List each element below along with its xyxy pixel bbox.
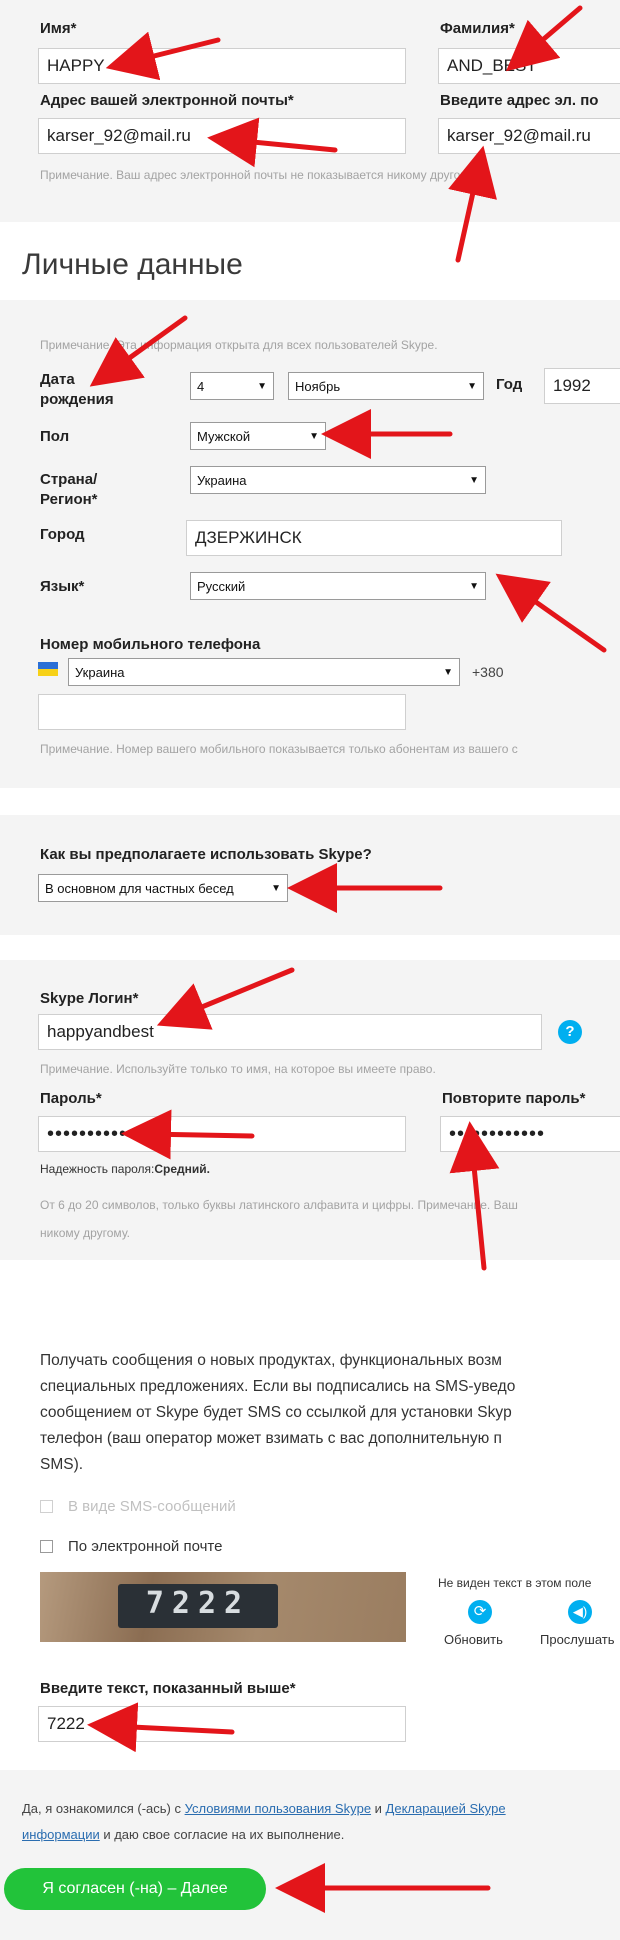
privacy-declaration-link-cont[interactable]: информации <box>22 1827 100 1842</box>
email-label: Адрес вашей электронной почты* <box>40 92 294 109</box>
password-label: Пароль* <box>40 1090 102 1107</box>
login-note: Примечание. Используйте только то имя, н… <box>40 1062 436 1076</box>
listen-label[interactable]: Прослушать <box>540 1632 615 1647</box>
personal-data-heading: Личные данные <box>22 248 243 281</box>
chevron-down-icon: ▼ <box>469 580 479 592</box>
email-repeat-input[interactable]: karser_92@mail.ru <box>438 118 620 154</box>
terms-prefix: Да, я ознакомился (-ась) с <box>22 1801 185 1816</box>
usage-question: Как вы предполагаете использовать Skype? <box>40 846 372 863</box>
dob-label: Дата рождения <box>40 371 114 408</box>
chevron-down-icon: ▼ <box>271 882 281 894</box>
password-rules-note-1: От 6 до 20 символов, только буквы латинс… <box>40 1198 518 1212</box>
dob-year-input[interactable]: 1992 <box>544 368 620 404</box>
chevron-down-icon: ▼ <box>469 474 479 486</box>
chevron-down-icon: ▼ <box>257 380 267 392</box>
dob-day-select[interactable]: 4 ▼ <box>190 372 274 400</box>
country-label: Страна/ Регион* <box>40 471 98 508</box>
gender-label: Пол <box>40 428 70 445</box>
terms-text: Да, я ознакомился (-ась) с Условиями пол… <box>22 1796 620 1848</box>
help-icon[interactable]: ? <box>558 1020 582 1044</box>
phone-input[interactable] <box>38 694 406 730</box>
terms-middle: и <box>371 1801 386 1816</box>
refresh-label[interactable]: Обновить <box>444 1632 503 1647</box>
speaker-icon[interactable]: ◀) <box>568 1600 592 1624</box>
sms-checkbox[interactable] <box>40 1500 53 1513</box>
city-input[interactable]: ДЗЕРЖИНСК <box>186 520 562 556</box>
agree-next-button[interactable]: Я согласен (-на) – Далее <box>4 1868 266 1910</box>
language-value: Русский <box>197 578 246 594</box>
password-strength: Надежность пароля:Средний. <box>40 1162 210 1176</box>
phone-code: +380 <box>472 664 504 680</box>
personal-note: Примечание. Эта информация открыта для в… <box>40 338 438 352</box>
phone-note: Примечание. Номер вашего мобильного пока… <box>40 742 518 756</box>
subscribe-text-line: SMS). <box>40 1456 84 1473</box>
captcha-input-label: Введите текст, показанный выше* <box>40 1680 296 1697</box>
subscribe-text-line: сообщением от Skype будет SMS со ссылкой… <box>40 1404 512 1421</box>
usage-value: В основном для частных бесед <box>45 880 234 896</box>
phone-country-value: Украина <box>75 664 125 680</box>
gender-select[interactable]: Мужской ▼ <box>190 422 326 450</box>
refresh-icon[interactable]: ⟳ <box>468 1600 492 1624</box>
dob-month-select[interactable]: Ноябрь ▼ <box>288 372 484 400</box>
language-label: Язык* <box>40 578 85 595</box>
gender-value: Мужской <box>197 428 251 444</box>
subscribe-text-line: телефон (ваш оператор может взимать с ва… <box>40 1430 502 1447</box>
dob-day-value: 4 <box>197 378 205 394</box>
phone-label: Номер мобильного телефона <box>40 636 261 653</box>
subscribe-text: Получать сообщения о новых продуктах, фу… <box>40 1348 515 1478</box>
subscribe-text-line: специальных предложениях. Если вы подпис… <box>40 1378 516 1395</box>
terms-of-use-link[interactable]: Условиями пользования Skype <box>185 1801 371 1816</box>
account-name-section <box>0 0 620 222</box>
country-value: Украина <box>197 472 247 488</box>
ukraine-flag-icon <box>38 662 58 676</box>
email-option-label: По электронной почте <box>68 1538 223 1555</box>
login-label: Skype Логин* <box>40 990 139 1007</box>
email-checkbox[interactable] <box>40 1540 53 1553</box>
year-label: Год <box>496 376 523 393</box>
usage-select[interactable]: В основном для частных бесед ▼ <box>38 874 288 902</box>
privacy-declaration-link[interactable]: Декларацией Skype <box>386 1801 506 1816</box>
captcha-image: 7222 <box>40 1572 406 1642</box>
country-select[interactable]: Украина ▼ <box>190 466 486 494</box>
city-label: Город <box>40 526 85 543</box>
chevron-down-icon: ▼ <box>309 430 319 442</box>
language-select[interactable]: Русский ▼ <box>190 572 486 600</box>
captcha-image-text: 7222 <box>145 1586 251 1621</box>
first-name-input[interactable]: HAPPY <box>38 48 406 84</box>
email-note: Примечание. Ваш адрес электронной почты … <box>40 168 477 182</box>
login-input[interactable]: happyandbest <box>38 1014 542 1050</box>
password-repeat-input[interactable]: •••••••••••• <box>440 1116 620 1152</box>
strength-value: Средний. <box>154 1162 211 1176</box>
password-input[interactable]: •••••••••••• <box>38 1116 406 1152</box>
phone-country-select[interactable]: Украина ▼ <box>68 658 460 686</box>
strength-label: Надежность пароля: <box>40 1162 155 1176</box>
captcha-input[interactable]: 7222 <box>38 1706 406 1742</box>
last-name-input[interactable]: AND_BEST <box>438 48 620 84</box>
dob-month-value: Ноябрь <box>295 378 341 394</box>
sms-option-label: В виде SMS-сообщений <box>68 1498 236 1515</box>
subscribe-text-line: Получать сообщения о новых продуктах, фу… <box>40 1352 502 1369</box>
password-rules-note-2: никому другому. <box>40 1226 130 1240</box>
chevron-down-icon: ▼ <box>467 380 477 392</box>
first-name-label: Имя* <box>40 20 77 37</box>
captcha-not-visible-text: Не виден текст в этом поле <box>438 1576 592 1590</box>
chevron-down-icon: ▼ <box>443 666 453 678</box>
password-repeat-label: Повторите пароль* <box>442 1090 586 1107</box>
email-repeat-label: Введите адрес эл. по <box>440 92 599 109</box>
last-name-label: Фамилия* <box>440 20 515 37</box>
email-input[interactable]: karser_92@mail.ru <box>38 118 406 154</box>
terms-suffix: и даю свое согласие на их выполнение. <box>99 1827 345 1842</box>
